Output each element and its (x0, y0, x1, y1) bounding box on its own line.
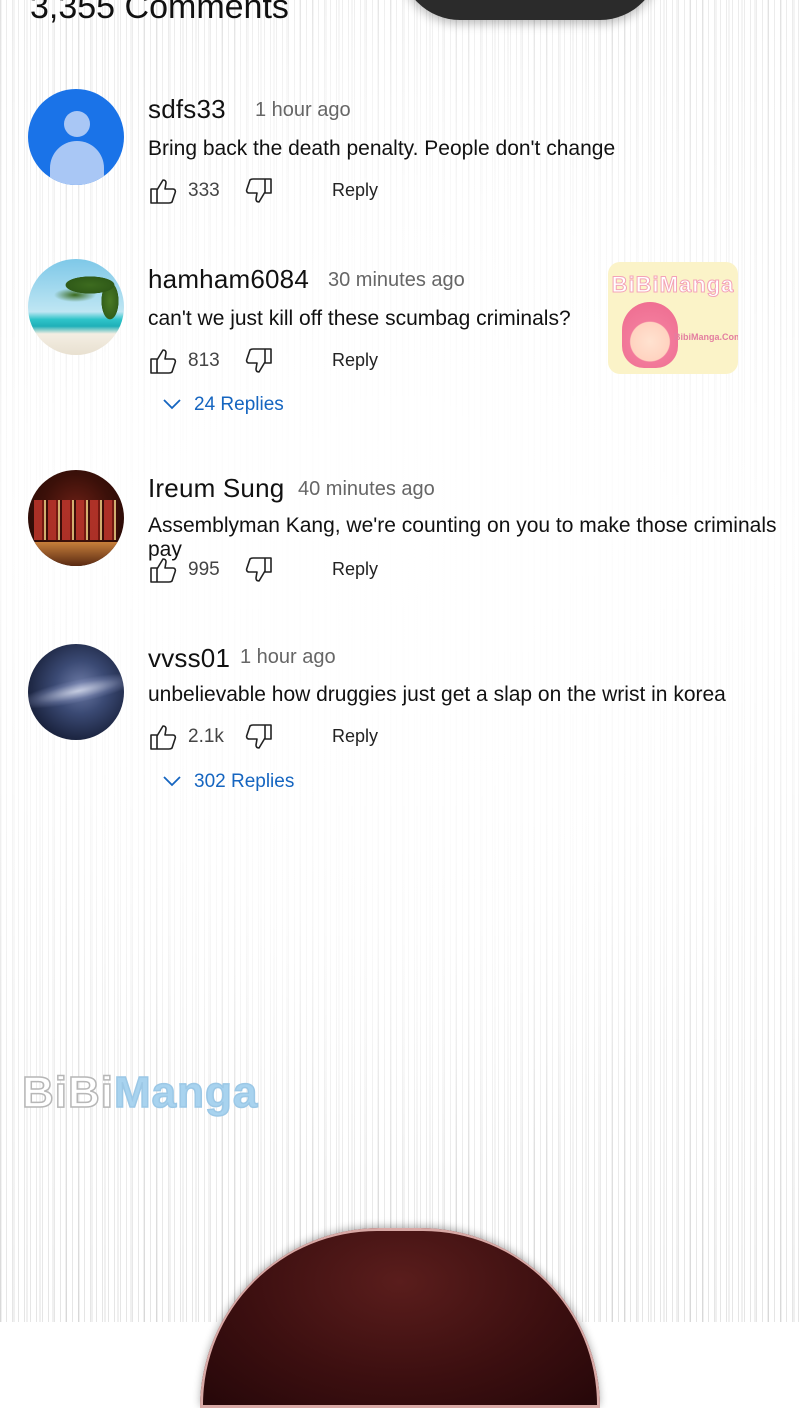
replies-count: 24 Replies (194, 394, 284, 416)
like-count: 333 (188, 180, 220, 201)
thumbs-up-icon[interactable] (148, 176, 178, 206)
comment-text: unbelievable how druggies just get a sla… (148, 683, 726, 706)
mascot-illustration (622, 302, 678, 368)
chevron-down-icon (162, 394, 182, 416)
comment-actions: 995 Reply (148, 555, 448, 589)
like-count: 813 (188, 350, 220, 371)
thumbs-down-icon[interactable] (244, 555, 274, 585)
thumbs-up-icon[interactable] (148, 722, 178, 752)
bottles-image (34, 500, 118, 540)
avatar[interactable] (28, 259, 124, 355)
user-silhouette-head (64, 111, 90, 137)
comment-actions: 813 Reply (148, 346, 448, 380)
thumbs-up-icon[interactable] (148, 555, 178, 585)
username[interactable]: Ireum Sung (148, 473, 284, 504)
comment-text: can't we just kill off these scumbag cri… (148, 307, 571, 330)
comment-actions: 2.1k Reply (148, 722, 448, 756)
avatar[interactable] (28, 470, 124, 566)
timestamp: 40 minutes ago (298, 478, 435, 500)
comments-count: 3,355 Comments (30, 0, 289, 26)
replies-count: 302 Replies (194, 771, 295, 793)
avatar[interactable] (28, 89, 124, 185)
badge-site-text: BibiManga.Com (674, 332, 738, 342)
site-watermark: BiBiManga (21, 1067, 259, 1118)
reply-button[interactable]: Reply (332, 726, 378, 747)
like-count: 2.1k (188, 726, 224, 747)
username[interactable]: sdfs33 (148, 94, 226, 125)
thumbs-down-icon[interactable] (244, 346, 274, 376)
view-replies-button[interactable]: 24 Replies (162, 394, 284, 416)
chevron-down-icon (162, 771, 182, 793)
username[interactable]: vvss01 (148, 643, 230, 674)
timestamp: 1 hour ago (255, 99, 351, 121)
thumbs-down-icon[interactable] (244, 722, 274, 752)
comment-actions: 333 Reply (148, 176, 448, 210)
avatar[interactable] (28, 644, 124, 740)
reply-button[interactable]: Reply (332, 180, 378, 201)
palm-tree-image (50, 265, 124, 325)
timestamp: 1 hour ago (240, 646, 336, 668)
shelf-image (28, 542, 124, 566)
thumbs-down-icon[interactable] (244, 176, 274, 206)
username[interactable]: hamham6084 (148, 264, 309, 295)
site-badge[interactable]: BiBiManga BibiManga.Com (608, 262, 738, 374)
thumbs-up-icon[interactable] (148, 346, 178, 376)
comment-text: Bring back the death penalty. People don… (148, 137, 616, 160)
badge-logo: BiBiManga (611, 272, 735, 298)
watermark-suffix: Manga (113, 1067, 259, 1118)
milky-way-image (28, 667, 124, 715)
reply-button[interactable]: Reply (332, 559, 378, 580)
reply-button[interactable]: Reply (332, 350, 378, 371)
comments-section: 3,355 Comments sdfs33 1 hour ago Bring b… (0, 0, 800, 1322)
view-replies-button[interactable]: 302 Replies (162, 771, 294, 793)
watermark-prefix: BiBi (21, 1067, 114, 1118)
like-count: 995 (188, 559, 220, 580)
timestamp: 30 minutes ago (328, 269, 465, 291)
user-silhouette-body (50, 141, 104, 185)
